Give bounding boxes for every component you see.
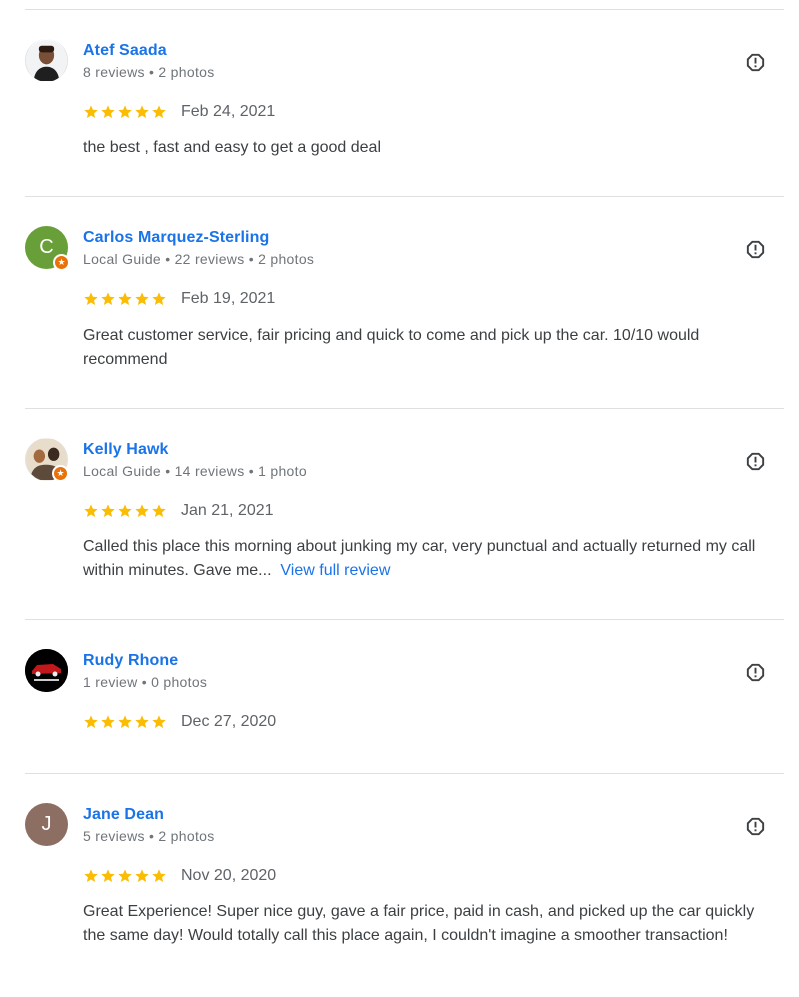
- review-text-snippet: Called this place this morning about jun…: [83, 538, 756, 579]
- star-icon: [118, 105, 132, 118]
- divider: [25, 9, 784, 10]
- star-icon: [152, 292, 166, 305]
- reviewer-meta: Local Guide • 22 reviews • 2 photos: [83, 251, 315, 267]
- avatar-letter: C: [39, 236, 54, 258]
- star-icon: [135, 869, 149, 882]
- star-icon: [101, 715, 115, 728]
- avatar[interactable]: [25, 39, 68, 82]
- star-icon: [84, 292, 98, 305]
- star-icon: [101, 292, 115, 305]
- avatar[interactable]: C ★: [25, 226, 70, 271]
- rating-stars: [83, 714, 167, 730]
- reviewer-name[interactable]: Kelly Hawk: [83, 441, 168, 459]
- star-icon: [84, 869, 98, 882]
- local-guide-badge-icon: ★: [52, 465, 69, 482]
- report-flag-icon[interactable]: [744, 815, 767, 838]
- avatar-letter: J: [41, 813, 52, 835]
- review-date: Jan 21, 2021: [181, 502, 274, 519]
- report-flag-icon[interactable]: [744, 238, 767, 261]
- reviewer-meta: 8 reviews • 2 photos: [83, 64, 215, 80]
- star-icon: [84, 504, 98, 517]
- divider: [25, 773, 784, 774]
- report-flag-icon[interactable]: [744, 661, 767, 684]
- star-icon: [118, 504, 132, 517]
- star-icon: [152, 105, 166, 118]
- star-icon: [135, 105, 149, 118]
- star-icon: [135, 292, 149, 305]
- star-icon: [101, 869, 115, 882]
- avatar-photo: [26, 40, 67, 81]
- reviewer-meta: 1 review • 0 photos: [83, 674, 208, 690]
- reviewer-name[interactable]: Jane Dean: [83, 806, 164, 824]
- view-full-review-link[interactable]: View full review: [280, 562, 390, 579]
- rating-stars: [83, 104, 167, 120]
- avatar-logo: [25, 649, 68, 692]
- divider: [25, 196, 784, 197]
- star-icon: [84, 715, 98, 728]
- star-icon: [152, 504, 166, 517]
- star-icon: [84, 105, 98, 118]
- review-date: Dec 27, 2020: [181, 713, 277, 730]
- star-icon: [152, 869, 166, 882]
- review-date: Feb 19, 2021: [181, 290, 276, 307]
- star-icon: [118, 869, 132, 882]
- star-icon: [101, 504, 115, 517]
- reviewer-name[interactable]: Atef Saada: [83, 42, 167, 60]
- avatar[interactable]: J: [25, 803, 68, 846]
- rating-stars: [83, 868, 167, 884]
- avatar[interactable]: [25, 649, 68, 692]
- star-icon: [101, 105, 115, 118]
- star-icon: [118, 292, 132, 305]
- star-icon: [118, 715, 132, 728]
- star-icon: [135, 715, 149, 728]
- report-flag-icon[interactable]: [744, 450, 767, 473]
- avatar[interactable]: ★: [25, 438, 69, 482]
- report-flag-icon[interactable]: [744, 51, 767, 74]
- reviewer-name[interactable]: Rudy Rhone: [83, 652, 178, 670]
- rating-stars: [83, 503, 167, 519]
- rating-stars: [83, 291, 167, 307]
- reviewer-name[interactable]: Carlos Marquez-Sterling: [83, 229, 269, 247]
- reviewer-meta: Local Guide • 14 reviews • 1 photo: [83, 463, 307, 479]
- review-text: Great customer service, fair pricing and…: [83, 327, 700, 368]
- divider: [25, 619, 784, 620]
- star-icon: [152, 715, 166, 728]
- star-icon: [135, 504, 149, 517]
- reviewer-meta: 5 reviews • 2 photos: [83, 828, 215, 844]
- review-date: Feb 24, 2021: [181, 103, 276, 120]
- review-text: the best , fast and easy to get a good d…: [83, 139, 381, 156]
- review-date: Nov 20, 2020: [181, 867, 277, 884]
- review-text: Called this place this morning about jun…: [83, 535, 788, 583]
- divider: [25, 408, 784, 409]
- review-text: Great Experience! Super nice guy, gave a…: [83, 903, 755, 944]
- local-guide-badge-icon: ★: [53, 254, 70, 271]
